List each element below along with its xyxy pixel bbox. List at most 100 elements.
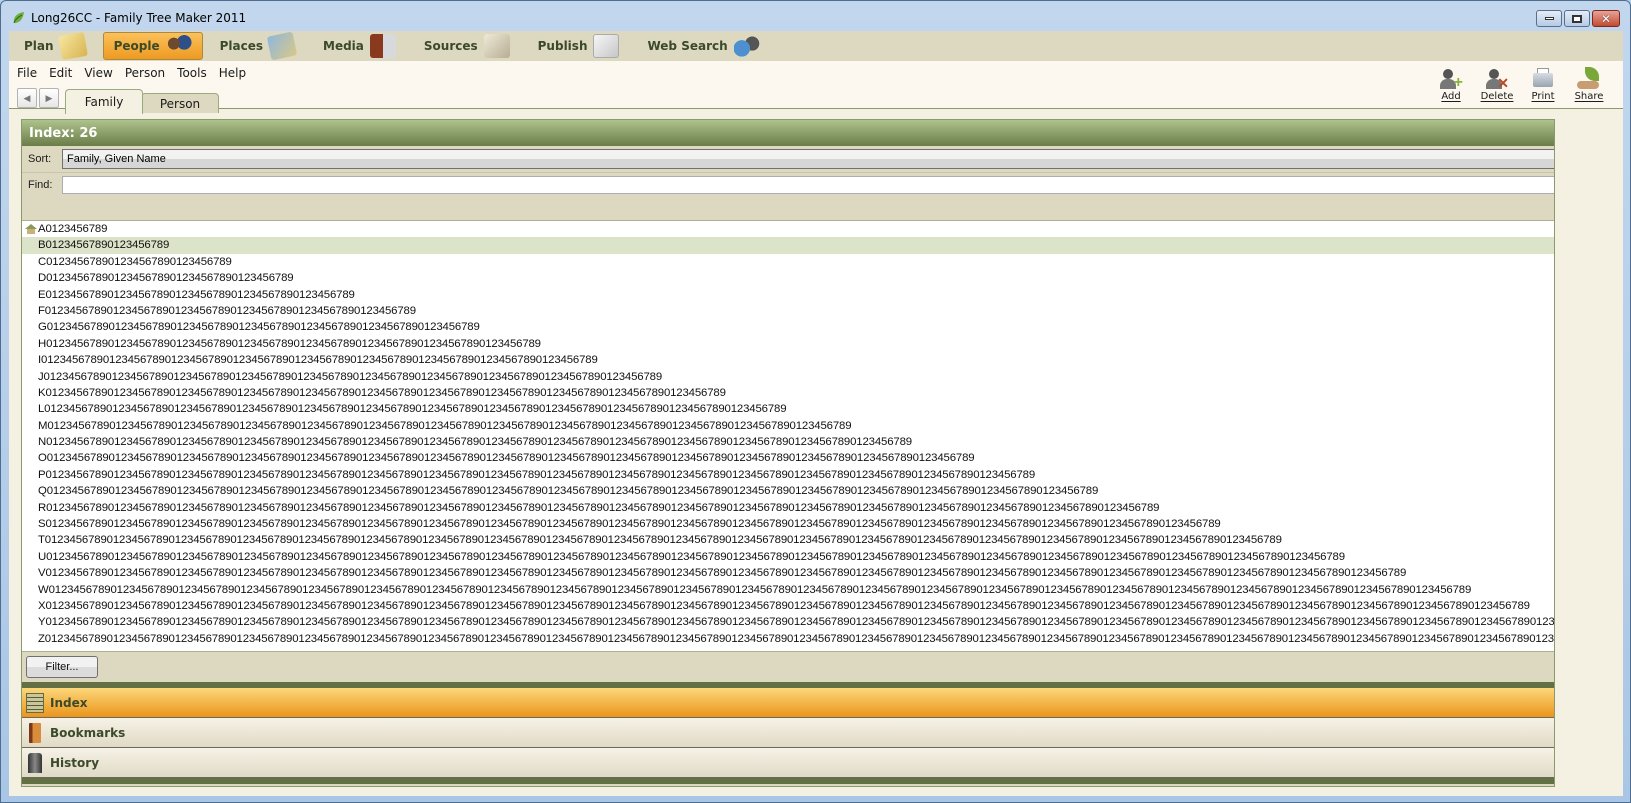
index-list-item[interactable]: P012345678901234567890123456789012345678… [22,467,1554,483]
panel-bottom-bar [22,778,1554,784]
index-item-name: V012345678901234567890123456789012345678… [38,567,1407,580]
index-list-item[interactable]: C012345678901234567890123456789 [22,254,1554,270]
nav-tab-web-search[interactable]: Web Search [636,32,770,60]
app-window: Long26CC - Family Tree Maker 2011 ✕ Plan… [0,0,1631,803]
menu-edit[interactable]: Edit [49,66,72,80]
index-list-item[interactable]: U012345678901234567890123456789012345678… [22,549,1554,565]
tab-person[interactable]: Person [141,93,219,113]
find-label: Find: [28,178,53,191]
index-list-item[interactable]: Y012345678901234567890123456789012345678… [22,614,1554,630]
index-list-item[interactable]: O012345678901234567890123456789012345678… [22,450,1554,466]
index-list-item[interactable]: H012345678901234567890123456789012345678… [22,336,1554,352]
nav-tab-label: Plan [24,39,54,53]
sources-quill-icon [483,34,510,58]
index-item-name: H012345678901234567890123456789012345678… [38,337,541,350]
add-person-icon: + [1439,67,1463,91]
index-item-name: L012345678901234567890123456789012345678… [38,403,787,416]
menu-bar: File Edit View Person Tools Help [9,61,1623,85]
index-list-item[interactable]: V012345678901234567890123456789012345678… [22,565,1554,581]
nav-tab-places[interactable]: Places [209,31,306,61]
index-list-item[interactable]: E012345678901234567890123456789012345678… [22,287,1554,303]
index-item-name: D012345678901234567890123456789012345678… [38,272,294,285]
arrow-right-icon: ▶ [45,92,53,103]
sort-dropdown[interactable]: Family, Given Name [62,149,1554,169]
close-button[interactable]: ✕ [1592,10,1620,27]
index-item-name: Q012345678901234567890123456789012345678… [38,485,1099,498]
nav-tab-publish[interactable]: Publish [527,32,631,60]
find-input[interactable] [62,176,1554,194]
index-list-item[interactable]: R012345678901234567890123456789012345678… [22,500,1554,516]
nav-tab-label: Publish [537,39,588,53]
index-item-name: Y012345678901234567890123456789012345678… [38,616,1554,629]
index-item-name: P012345678901234567890123456789012345678… [38,468,1036,481]
delete-person-button[interactable]: ✕ Delete [1481,67,1513,102]
sort-label: Sort: [28,153,52,165]
nav-tab-media[interactable]: Media [312,32,407,60]
stack-tab-history[interactable]: History [22,748,1554,778]
index-list-item[interactable]: A0123456789 [22,221,1554,237]
print-button[interactable]: Print [1527,67,1559,102]
index-list-item[interactable]: W012345678901234567890123456789012345678… [22,582,1554,598]
menu-help[interactable]: Help [219,66,246,80]
client-area: Plan People Places Media Sources Publish [9,31,1623,796]
index-item-name: A0123456789 [38,223,108,235]
index-list-item[interactable]: G012345678901234567890123456789012345678… [22,319,1554,335]
back-button[interactable]: ◀ [17,88,37,108]
forward-button[interactable]: ▶ [39,88,59,108]
index-item-name: G012345678901234567890123456789012345678… [38,321,480,334]
index-list-item[interactable]: Q012345678901234567890123456789012345678… [22,483,1554,499]
index-list-item[interactable]: N012345678901234567890123456789012345678… [22,434,1554,450]
nav-tab-sources[interactable]: Sources [413,32,521,60]
index-list-item[interactable]: K012345678901234567890123456789012345678… [22,385,1554,401]
stack-label: Index [50,695,88,710]
stack-tab-index[interactable]: Index [22,688,1554,718]
index-list-item[interactable]: D012345678901234567890123456789012345678… [22,270,1554,286]
close-icon: ✕ [1600,11,1612,26]
nav-tab-label: Sources [423,39,478,53]
index-list-item[interactable]: Z012345678901234567890123456789012345678… [22,631,1554,647]
index-list-item[interactable]: T012345678901234567890123456789012345678… [22,532,1554,548]
menu-tools[interactable]: Tools [177,66,207,80]
view-toolbar: ◀ ▶ Family Person [9,85,1623,114]
maximize-button[interactable] [1564,10,1590,27]
stack-tab-bookmarks[interactable]: Bookmarks [22,718,1554,748]
action-label: Delete [1480,91,1514,102]
filter-button[interactable]: Filter... [26,656,98,678]
index-item-name: B01234567890123456789 [38,239,170,252]
delete-person-icon: ✕ [1485,67,1509,91]
arrow-left-icon: ◀ [23,92,31,103]
tab-family[interactable]: Family [65,89,143,114]
binoculars-globe-icon [733,34,760,58]
index-list-item[interactable]: S012345678901234567890123456789012345678… [22,516,1554,532]
index-list-item[interactable]: F012345678901234567890123456789012345678… [22,303,1554,319]
index-item-name: O012345678901234567890123456789012345678… [38,452,975,465]
add-person-button[interactable]: + Add [1435,67,1467,102]
nav-tab-label: Media [323,39,364,53]
plan-icon [57,31,88,61]
index-list-item[interactable]: B01234567890123456789 [22,237,1554,254]
menu-person[interactable]: Person [125,66,165,80]
index-header: Index: 26 [22,120,1554,146]
minimize-button[interactable] [1536,10,1562,27]
sort-value: Family, Given Name [67,153,166,165]
maximize-icon [1572,14,1582,23]
menu-file[interactable]: File [17,66,37,80]
index-list-item[interactable]: J012345678901234567890123456789012345678… [22,369,1554,385]
workspace-nav: Plan People Places Media Sources Publish [9,31,1623,61]
nav-tab-label: Places [219,39,263,53]
share-leaf-icon [1577,67,1601,91]
index-list-icon [26,693,44,713]
title-bar: Long26CC - Family Tree Maker 2011 ✕ [1,1,1630,33]
index-list-item[interactable]: X012345678901234567890123456789012345678… [22,598,1554,614]
nav-tab-plan[interactable]: Plan [13,31,97,61]
nav-tab-label: Web Search [647,39,728,53]
index-list-item[interactable]: L012345678901234567890123456789012345678… [22,401,1554,417]
index-list-item[interactable]: I012345678901234567890123456789012345678… [22,352,1554,368]
nav-tab-people[interactable]: People [102,32,203,60]
share-button[interactable]: Share [1573,67,1605,102]
tab-label: Family [84,95,124,109]
index-list-item[interactable]: M012345678901234567890123456789012345678… [22,418,1554,434]
tab-label: Person [159,96,201,111]
menu-view[interactable]: View [84,66,112,80]
index-list[interactable]: A0123456789 B01234567890123456789 C0123456… [22,220,1554,652]
